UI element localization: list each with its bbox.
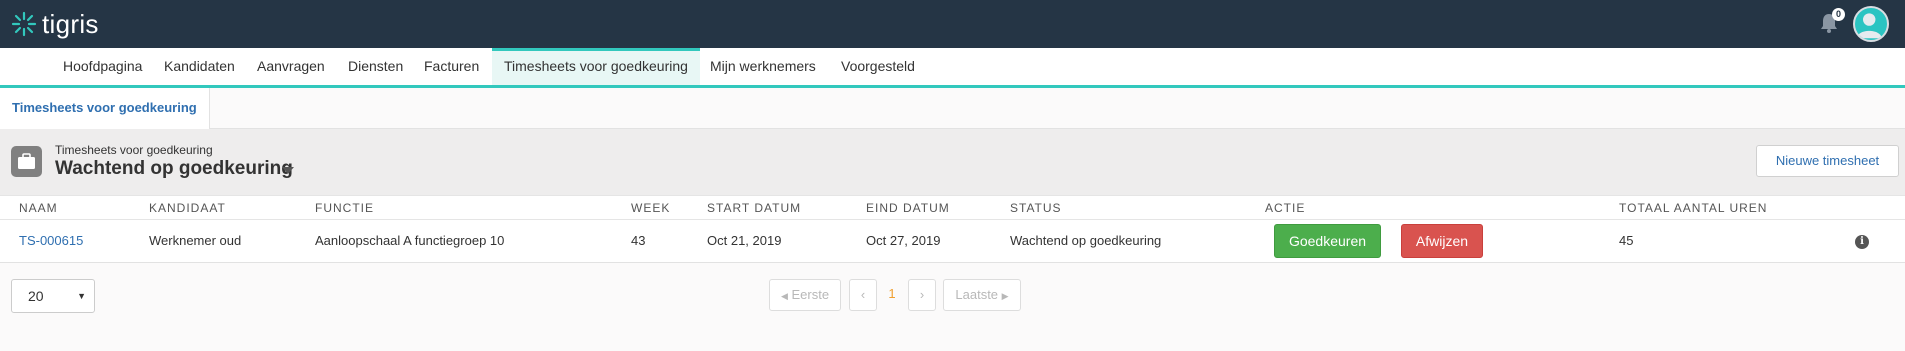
cell-kandidaat: Werknemer oud [149,233,242,248]
column-header-week[interactable]: WEEK [631,196,670,220]
page-subtitle: Timesheets voor goedkeuring [55,143,213,157]
caret-left-icon: ◀ [780,291,788,301]
main-nav: Hoofdpagina Kandidaten Aanvragen Dienste… [0,48,1905,88]
top-bar: tigris 0 [0,0,1905,48]
approve-button[interactable]: Goedkeuren [1274,224,1381,258]
notification-count-badge: 0 [1832,8,1845,21]
cell-week: 43 [631,233,646,248]
cell-start-datum: Oct 21, 2019 [707,233,782,248]
previous-page-button[interactable]: ‹ [849,279,877,311]
last-page-button[interactable]: Laatste ▶ [943,279,1021,311]
timesheet-id-link[interactable]: TS-000615 [19,220,83,262]
nav-item-facturen[interactable]: Facturen [412,48,491,85]
column-header-functie[interactable]: FUNCTIE [315,196,374,220]
column-header-eind-datum[interactable]: EIND DATUM [866,196,950,220]
first-page-label: Eerste [791,287,830,302]
nav-item-hoofdpagina[interactable]: Hoofdpagina [51,48,154,85]
current-page-number: 1 [888,286,896,301]
table-row: TS-000615 Werknemer oud Aanloopschaal A … [0,220,1905,263]
caret-right-icon: ▶ [1001,291,1009,301]
nav-item-aanvragen[interactable]: Aanvragen [245,48,337,85]
nav-item-mijn-werknemers[interactable]: Mijn werknemers [698,48,828,85]
tab-strip: Timesheets voor goedkeuring [0,88,1905,129]
nav-item-kandidaten[interactable]: Kandidaten [152,48,247,85]
chevron-left-icon: ‹ [860,287,866,302]
column-header-actie: ACTIE [1265,201,1306,215]
nav-item-voorgesteld[interactable]: Voorgesteld [829,48,927,85]
app-logo[interactable]: tigris [10,9,99,39]
cell-status: Wachtend op goedkeuring [1010,233,1162,248]
cell-eind-datum: Oct 27, 2019 [866,233,941,248]
nav-item-timesheets[interactable]: Timesheets voor goedkeuring [492,48,700,85]
app-name: tigris [42,8,99,39]
tab-timesheets[interactable]: Timesheets voor goedkeuring [0,88,210,129]
page-size-select[interactable]: 20 ▼ [11,279,95,313]
user-icon [1856,13,1882,39]
column-header-start-datum[interactable]: START DATUM [707,196,801,220]
cell-functie: Aanloopschaal A functiegroep 10 [315,233,505,248]
column-header-totaal-uren[interactable]: TOTAAL AANTAL UREN [1619,196,1767,220]
info-icon[interactable]: i [1855,235,1869,249]
chevron-down-icon[interactable] [282,167,294,174]
page-title[interactable]: Wachtend op goedkeuring [55,158,293,180]
cell-totaal-uren: 45 [1619,233,1634,248]
tigris-logo-icon [11,11,37,37]
chevron-down-icon: ▼ [77,291,86,301]
briefcase-icon [11,146,42,177]
column-header-naam[interactable]: NAAM [19,196,58,220]
page-size-value: 20 [28,288,44,304]
nav-item-diensten[interactable]: Diensten [336,48,415,85]
last-page-label: Laatste [955,287,999,302]
user-avatar[interactable] [1853,6,1889,42]
next-page-button[interactable]: › [908,279,936,311]
column-header-status[interactable]: STATUS [1010,196,1062,220]
reject-button[interactable]: Afwijzen [1401,224,1483,258]
table-header: NAAM KANDIDAAT FUNCTIE WEEK START DATUM … [0,195,1905,220]
column-header-kandidaat[interactable]: KANDIDAAT [149,196,226,220]
chevron-right-icon: › [919,287,925,302]
first-page-button[interactable]: ◀ Eerste [769,279,841,311]
page-header: Timesheets voor goedkeuring Wachtend op … [0,129,1905,195]
new-timesheet-button[interactable]: Nieuwe timesheet [1756,145,1899,177]
